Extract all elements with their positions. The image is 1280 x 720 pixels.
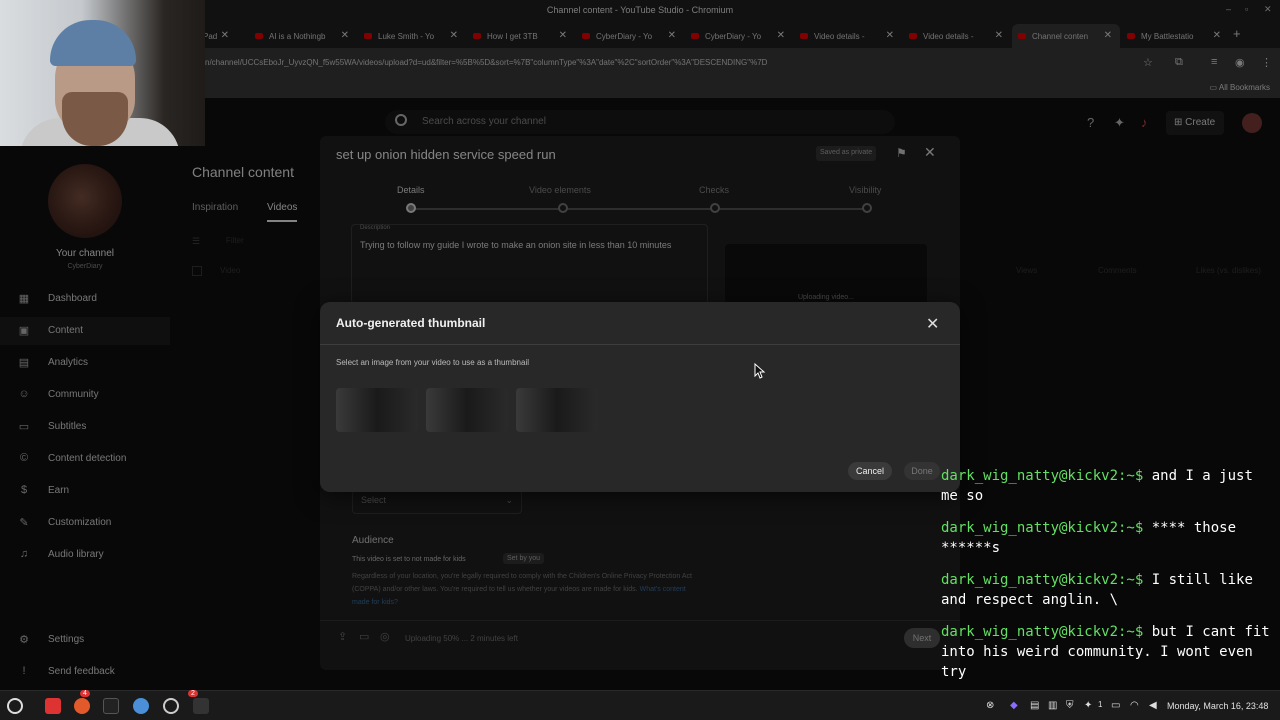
webcam-overlay [0, 0, 205, 146]
browser-brave-icon[interactable] [74, 698, 90, 714]
clipboard-icon[interactable]: ▥ [1048, 700, 1057, 711]
badge: 2 [188, 690, 198, 697]
webcam-person-beard [62, 92, 128, 146]
terminal-prompt: dark_wig_natty@kickv2:~$ [941, 572, 1144, 588]
taskbar: 4 2 ⊗ ◆ ▤ ▥ ⛨ ✦ 1 ▭ ◠ ◀ Monday, March 16… [0, 690, 1280, 720]
modal-instruction: Select an image from your video to use a… [336, 358, 529, 367]
terminal-prompt: dark_wig_natty@kickv2:~$ [941, 468, 1144, 484]
terminal-line: dark_wig_natty@kickv2:~$ but I cant fit … [941, 622, 1271, 682]
terminal-line: dark_wig_natty@kickv2:~$ and I a just me… [941, 466, 1271, 506]
volume-icon[interactable]: ◀ [1149, 700, 1157, 711]
file-manager-icon[interactable] [45, 698, 61, 714]
start-menu-icon[interactable] [7, 698, 23, 714]
terminal-icon[interactable] [103, 698, 119, 714]
terminal-prompt: dark_wig_natty@kickv2:~$ [941, 624, 1144, 640]
discord-icon[interactable]: ◆ [1010, 700, 1018, 711]
tray-count: 1 [1098, 700, 1103, 709]
modal-title: Auto-generated thumbnail [336, 316, 486, 330]
app-icon[interactable] [193, 698, 209, 714]
cancel-button[interactable]: Cancel [848, 462, 892, 480]
bluetooth-icon[interactable]: ✦ [1084, 700, 1092, 711]
taskbar-clock[interactable]: Monday, March 16, 23:48 [1167, 701, 1268, 711]
modal-divider [320, 344, 960, 345]
terminal-line: dark_wig_natty@kickv2:~$ **** those ****… [941, 518, 1271, 558]
mouse-cursor-icon [754, 363, 766, 379]
done-button[interactable]: Done [904, 462, 940, 480]
display-icon[interactable]: ▭ [1111, 700, 1120, 711]
chromium-icon[interactable] [133, 698, 149, 714]
obs-icon[interactable] [163, 698, 179, 714]
update-shield-icon[interactable]: ⛨ [1066, 700, 1074, 711]
thumbnail-option[interactable] [426, 388, 508, 432]
terminal-line: dark_wig_natty@kickv2:~$ I still like an… [941, 570, 1271, 610]
wifi-icon[interactable]: ◠ [1130, 700, 1139, 711]
close-icon[interactable]: ✕ [926, 314, 939, 334]
auto-thumbnail-modal: Auto-generated thumbnail ✕ Select an ima… [320, 302, 960, 492]
shield-icon[interactable]: ▤ [1030, 700, 1039, 711]
network-icon[interactable]: ⊗ [986, 700, 994, 711]
terminal-prompt: dark_wig_natty@kickv2:~$ [941, 520, 1144, 536]
terminal-overlay: dark_wig_natty@kickv2:~$ and I a just me… [940, 464, 1280, 690]
screen: Channel content - YouTube Studio - Chrom… [0, 0, 1280, 720]
badge: 4 [80, 690, 90, 697]
thumbnail-option[interactable] [336, 388, 418, 432]
thumbnail-option[interactable] [516, 388, 598, 432]
